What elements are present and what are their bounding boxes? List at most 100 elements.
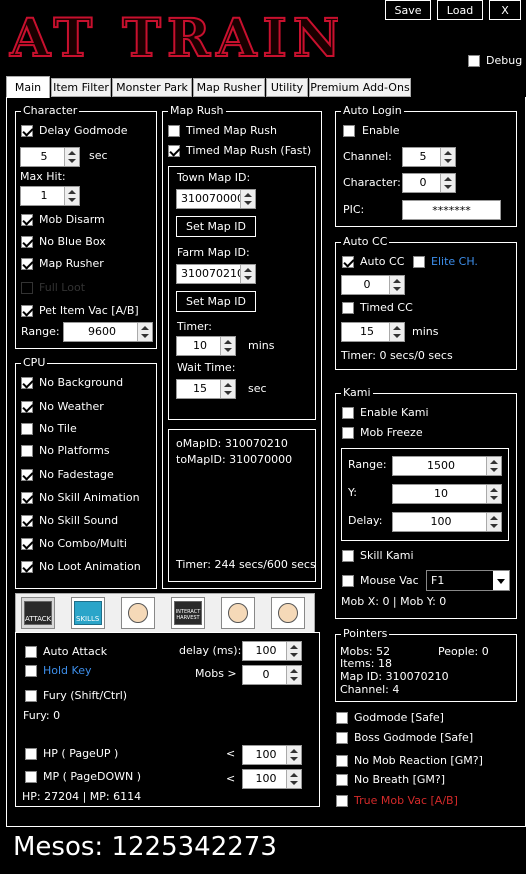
save-button[interactable]: Save [385, 0, 431, 20]
mouse-vac-key-select[interactable]: F1 [426, 570, 510, 591]
tab-map-rusher[interactable]: Map Rusher [193, 78, 265, 97]
elite-ch-checkbox[interactable] [413, 256, 425, 268]
godmode-checkbox[interactable] [336, 712, 348, 724]
mp-checkbox[interactable] [25, 771, 37, 783]
cpu-checkbox[interactable] [21, 401, 33, 413]
no-breath-checkbox[interactable] [336, 774, 348, 786]
max-hit-spinner[interactable]: 1 [20, 186, 80, 206]
attack-icon-bar [15, 593, 315, 633]
pic-label: PIC: [343, 203, 365, 216]
character-spinner[interactable]: 0 [402, 173, 456, 193]
no-mob-reaction-checkbox[interactable] [336, 755, 348, 767]
tab-item-filter[interactable]: Item Filter [51, 78, 111, 97]
full-loot-checkbox[interactable] [21, 282, 33, 294]
cpu-checkbox[interactable] [21, 515, 33, 527]
timer-spinner[interactable]: 10 [176, 336, 236, 356]
attack-delay-spinner[interactable]: 100 [242, 641, 302, 661]
timed-map-rush-label: Timed Map Rush [186, 124, 277, 137]
fury-checkbox[interactable] [25, 690, 37, 702]
mob-position: Mob X: 0 | Mob Y: 0 [341, 595, 447, 608]
delay-godmode-checkbox[interactable] [21, 125, 33, 137]
hold-key-checkbox[interactable] [25, 665, 37, 677]
boss-godmode-checkbox[interactable] [336, 732, 348, 744]
timer-mins-label: mins [248, 339, 275, 352]
harvest-icon[interactable]: INTERACT HARVEST [171, 597, 205, 629]
tab-utility[interactable]: Utility [266, 78, 308, 97]
potion-face-icon[interactable] [221, 597, 255, 629]
max-hit-label: Max Hit: [20, 170, 66, 183]
skill-kami-checkbox[interactable] [342, 550, 354, 562]
channel-spinner[interactable]: 5 [402, 147, 456, 167]
auto-login-enable-checkbox[interactable] [343, 125, 355, 137]
timed-map-rush-checkbox[interactable] [168, 125, 180, 137]
close-button[interactable]: X [489, 0, 521, 20]
pet-item-vac-checkbox[interactable] [21, 305, 33, 317]
fury-label: Fury (Shift/Ctrl) [43, 689, 128, 702]
farm-map-spinner[interactable]: 310070210 [176, 264, 256, 284]
channel-label: Channel: [343, 150, 392, 163]
cpu-checkbox[interactable] [21, 423, 33, 435]
kami-delay-label: Delay: [348, 514, 383, 527]
cpu-label: No Platforms [39, 444, 110, 457]
pointer-people: People: 0 [438, 645, 489, 658]
enable-kami-checkbox[interactable] [342, 407, 354, 419]
auto-cc-timer: Timer: 0 secs/0 secs [341, 349, 453, 362]
pet-face-icon[interactable] [271, 597, 305, 629]
cpu-checkbox[interactable] [21, 561, 33, 573]
enable-kami-label: Enable Kami [360, 406, 429, 419]
set-farm-map-button[interactable]: Set Map ID [176, 291, 256, 312]
true-mob-vac-checkbox[interactable] [336, 795, 348, 807]
face-icon[interactable] [121, 597, 155, 629]
pic-input[interactable]: ******* [402, 200, 501, 220]
cpu-checkbox[interactable] [21, 538, 33, 550]
mp-spinner[interactable]: 100 [242, 769, 302, 789]
hp-label: HP ( PageUP ) [43, 747, 119, 760]
cpu-checkbox[interactable] [21, 445, 33, 457]
kami-delay-spinner[interactable]: 100 [392, 512, 502, 532]
hp-spinner[interactable]: 100 [242, 745, 302, 765]
mouse-vac-checkbox[interactable] [342, 575, 354, 587]
town-map-spinner[interactable]: 310070000 [176, 189, 256, 209]
auto-cc-checkbox[interactable] [342, 256, 354, 268]
kami-y-spinner[interactable]: 10 [392, 484, 502, 504]
mob-freeze-checkbox[interactable] [342, 427, 354, 439]
skills-icon[interactable]: SKILLS [71, 597, 105, 629]
hp-mp-status: HP: 27204 | MP: 6114 [22, 790, 142, 803]
auto-attack-checkbox[interactable] [25, 646, 37, 658]
attack-icon[interactable]: ATTACK [21, 597, 55, 629]
boss-godmode-label: Boss Godmode [Safe] [354, 731, 474, 744]
tab-premium[interactable]: Premium Add-Ons [309, 78, 411, 97]
timed-map-rush-fast-checkbox[interactable] [168, 145, 180, 157]
range-spinner[interactable]: 9600 [63, 322, 153, 342]
kami-range-spinner[interactable]: 1500 [392, 456, 502, 476]
no-blue-box-checkbox[interactable] [21, 236, 33, 248]
app-logo: AT TRAINER [8, 8, 338, 64]
timed-cc-label: Timed CC [360, 301, 413, 314]
mobs-threshold-spinner[interactable]: 0 [242, 665, 302, 685]
chevron-down-icon [493, 571, 509, 590]
mouse-vac-label: Mouse Vac [360, 574, 419, 587]
set-town-map-button[interactable]: Set Map ID [176, 216, 256, 237]
cpu-checkbox[interactable] [21, 377, 33, 389]
load-button[interactable]: Load [437, 0, 483, 20]
timed-cc-checkbox[interactable] [342, 302, 354, 314]
wait-time-spinner[interactable]: 15 [176, 379, 236, 399]
timed-cc-spinner[interactable]: 15 [341, 322, 405, 342]
pointer-map-id: Map ID: 310070210 [340, 670, 449, 683]
full-loot-label: Full Loot [39, 281, 86, 294]
svg-text:AT TRAINER: AT TRAINER [9, 8, 338, 64]
pointer-channel: Channel: 4 [340, 683, 400, 696]
tab-monster-park[interactable]: Monster Park [112, 78, 192, 97]
mob-disarm-checkbox[interactable] [21, 214, 33, 226]
kami-range-label: Range: [348, 458, 387, 471]
hp-checkbox[interactable] [25, 748, 37, 760]
tab-main[interactable]: Main [6, 76, 50, 98]
map-rusher-checkbox[interactable] [21, 258, 33, 270]
godmode-sec-spinner[interactable]: 5 [20, 147, 80, 167]
debug-checkbox[interactable] [468, 55, 480, 67]
character-label: Character: [343, 176, 401, 189]
cpu-checkbox[interactable] [21, 492, 33, 504]
cpu-label: No Fadestage [39, 468, 114, 481]
cpu-checkbox[interactable] [21, 469, 33, 481]
auto-cc-spinner[interactable]: 0 [341, 275, 405, 295]
